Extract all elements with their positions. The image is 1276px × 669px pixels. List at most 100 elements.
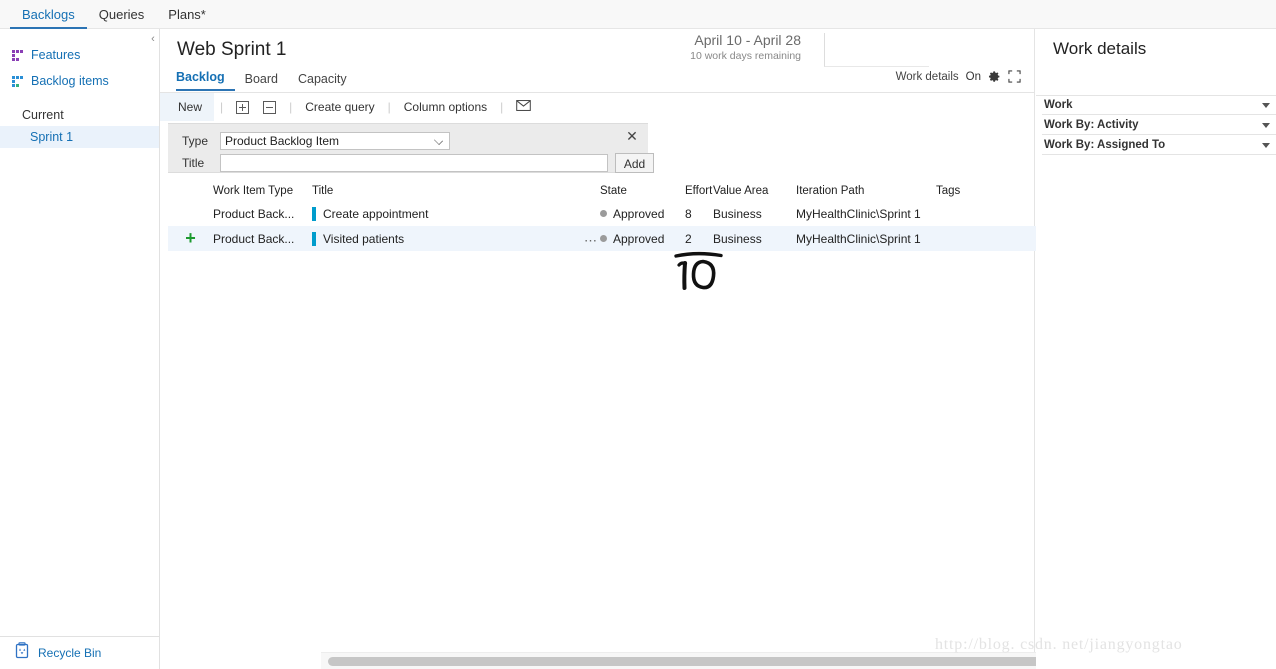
cell-work-item-type: Product Back...	[213, 206, 295, 221]
work-details-controls: Work details On	[896, 70, 1021, 83]
cell-state: Approved	[600, 207, 685, 221]
sidebar-item-sprint-1[interactable]: Sprint 1	[0, 126, 159, 148]
row-context-menu-icon[interactable]: ⋯	[584, 233, 598, 249]
title-label: Title	[182, 156, 205, 170]
watermark: http://blog. csdn. net/jiangyongtao	[935, 636, 1183, 653]
new-button[interactable]: New	[160, 93, 215, 121]
section-label: Work By: Activity	[1044, 118, 1139, 131]
sidebar-link-backlog-items[interactable]: Backlog items	[0, 70, 159, 92]
horizontal-scrollbar-thumb[interactable]	[328, 657, 1108, 666]
backlog-toolbar: New | | Create query | Column options |	[160, 93, 1035, 121]
column-header-tags[interactable]: Tags	[936, 185, 1006, 197]
title-input[interactable]	[220, 154, 608, 172]
work-item-type-value: Product Backlog Item	[225, 134, 340, 148]
toolbar-divider: |	[500, 100, 504, 114]
sprint-burndown-chart[interactable]	[824, 33, 929, 67]
toolbar-divider: |	[387, 100, 391, 114]
page-title: Web Sprint 1	[177, 39, 287, 60]
cell-effort: 8	[685, 206, 692, 221]
fullscreen-icon[interactable]	[1008, 70, 1021, 83]
recycle-bin-row[interactable]: Recycle Bin	[0, 636, 159, 669]
cell-title-text: Visited patients	[323, 231, 405, 246]
work-item-type-select[interactable]: Product Backlog Item	[220, 132, 450, 150]
hub-navigation: Backlogs Queries Plans*	[0, 0, 1276, 29]
column-options-button[interactable]: Column options	[397, 100, 494, 114]
sidebar-link-label: Features	[31, 48, 81, 62]
tab-backlog[interactable]: Backlog	[176, 70, 235, 91]
work-details-section-work[interactable]: Work	[1042, 95, 1276, 115]
hub-tab-backlogs[interactable]: Backlogs	[10, 1, 87, 29]
work-item-color-bar	[312, 231, 316, 246]
create-query-button[interactable]: Create query	[298, 100, 381, 114]
work-item-color-bar	[312, 206, 316, 221]
add-child-icon[interactable]: +	[185, 228, 196, 248]
cell-state-text: Approved	[613, 231, 665, 246]
column-header-effort[interactable]: Effort	[685, 185, 713, 197]
cell-value-area: Business	[713, 206, 762, 221]
cell-title[interactable]: Visited patients ⋯	[312, 231, 600, 249]
tab-board[interactable]: Board	[235, 72, 288, 91]
hub-tab-plans[interactable]: Plans*	[156, 1, 218, 29]
table-row[interactable]: + Product Back... Visited patients ⋯ App…	[168, 226, 1036, 251]
status-badge	[600, 210, 607, 217]
chevron-left-icon[interactable]: ‹	[146, 31, 160, 47]
sprint-days-remaining: 10 work days remaining	[690, 50, 801, 62]
column-header-work-item-type[interactable]: Work Item Type	[213, 185, 312, 197]
gear-icon[interactable]	[988, 70, 1001, 83]
chevron-down-icon	[1262, 103, 1270, 108]
backlog-level-icon	[12, 49, 24, 61]
handwritten-annotation	[673, 250, 729, 297]
tab-capacity[interactable]: Capacity	[288, 72, 357, 91]
cell-state-text: Approved	[613, 206, 665, 221]
section-label: Work	[1044, 98, 1073, 111]
cell-state: Approved	[600, 232, 685, 246]
backlog-grid: Work Item Type Title State Effort Value …	[168, 181, 1036, 251]
cell-iteration-path: MyHealthClinic\Sprint 1	[796, 206, 921, 221]
row-gutter: +	[168, 226, 213, 251]
work-details-label: Work details	[895, 70, 959, 83]
sidebar-link-label: Backlog items	[31, 74, 109, 88]
sidebar-group-current: Current	[22, 108, 64, 122]
table-row[interactable]: Product Back... Create appointment Appro…	[168, 201, 1036, 226]
chevron-down-icon	[1262, 143, 1270, 148]
status-badge	[600, 235, 607, 242]
recycle-bin-icon	[14, 642, 30, 664]
section-label: Work By: Assigned To	[1044, 138, 1166, 151]
expand-all-icon[interactable]	[229, 100, 256, 115]
sprint-date-range: April 10 - April 28	[694, 32, 801, 48]
hub-tab-queries[interactable]: Queries	[87, 1, 157, 29]
sprint-date-info: April 10 - April 28 10 work days remaini…	[690, 32, 801, 62]
pivot-tabs: Backlog Board Capacity	[176, 70, 357, 91]
column-header-value-area[interactable]: Value Area	[713, 185, 796, 197]
new-work-item-form: Type Product Backlog Item Title Add ✕	[168, 123, 654, 173]
email-icon[interactable]	[509, 100, 538, 114]
chevron-down-icon	[433, 135, 444, 146]
column-header-title[interactable]: Title	[312, 185, 600, 197]
backlog-level-icon	[12, 75, 24, 87]
form-row-title: Title Add	[182, 153, 654, 173]
grid-header-row: Work Item Type Title State Effort Value …	[168, 181, 1036, 201]
collapse-all-icon[interactable]	[256, 100, 283, 115]
add-button[interactable]: Add	[615, 153, 654, 173]
work-details-panel: Work details Work Work By: Activity Work…	[1036, 29, 1276, 669]
toolbar-divider: |	[220, 100, 224, 114]
work-details-title: Work details	[1053, 39, 1147, 58]
column-header-iteration-path[interactable]: Iteration Path	[796, 185, 936, 197]
cell-title-text: Create appointment	[323, 206, 429, 221]
cell-title[interactable]: Create appointment	[312, 206, 600, 221]
cell-value-area: Business	[713, 231, 762, 246]
work-details-section-work-by-activity[interactable]: Work By: Activity	[1042, 115, 1276, 135]
close-icon[interactable]: ✕	[624, 128, 640, 144]
toolbar-divider: |	[289, 100, 293, 114]
chevron-down-icon	[1262, 123, 1270, 128]
work-details-toggle-state[interactable]: On	[966, 71, 981, 83]
form-row-type: Type Product Backlog Item	[182, 132, 450, 150]
app-root: Backlogs Queries Plans* Features Backlog…	[0, 0, 1276, 669]
sidebar-link-features[interactable]: Features	[0, 44, 159, 66]
recycle-bin-label: Recycle Bin	[38, 646, 102, 660]
work-details-section-work-by-assigned-to[interactable]: Work By: Assigned To	[1042, 135, 1276, 155]
left-sidebar: Features Backlog items Current Sprint 1	[0, 29, 160, 669]
cell-effort: 2	[685, 231, 692, 246]
column-header-state[interactable]: State	[600, 185, 685, 197]
type-label: Type	[182, 134, 209, 148]
